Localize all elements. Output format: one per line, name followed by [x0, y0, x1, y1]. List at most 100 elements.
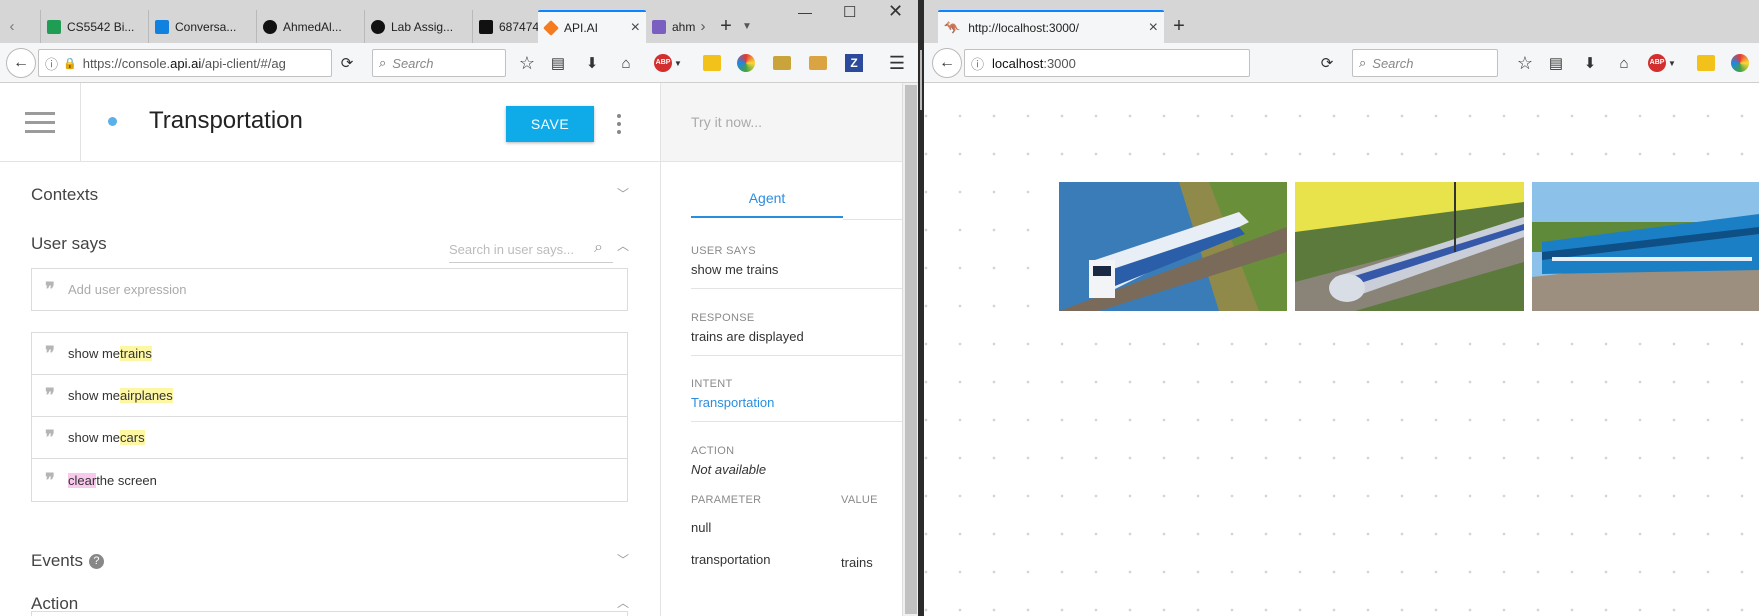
reading-list-icon[interactable]: ▤: [546, 51, 570, 75]
sheets-icon: [47, 19, 61, 34]
tab-ahmedal[interactable]: AhmedAl...: [256, 10, 364, 43]
url-bar[interactable]: ⓘ 🔒 https://console. api.ai/api-client/#/…: [38, 49, 332, 77]
contexts-heading[interactable]: Contexts: [31, 185, 98, 205]
quote-icon: ❞: [45, 427, 55, 448]
train-photo-3[interactable]: [1532, 182, 1759, 311]
intent-editor: Contexts ﹀ User says Search in user says…: [0, 162, 660, 616]
list-item[interactable]: ❞ show me cars: [32, 417, 627, 459]
tab-list-icon[interactable]: ▼: [740, 14, 754, 38]
response-label: RESPONSE: [691, 312, 755, 324]
train-photo-2[interactable]: [1295, 182, 1524, 311]
list-item[interactable]: ❞ show me trains: [32, 333, 627, 375]
github-icon: [263, 19, 277, 34]
home-icon[interactable]: ⌂: [1612, 51, 1636, 75]
list-item[interactable]: ❞ show me airplanes: [32, 375, 627, 417]
action-input[interactable]: [31, 611, 628, 616]
reload-icon[interactable]: ⟳: [334, 51, 360, 75]
home-icon[interactable]: ⌂: [614, 51, 638, 75]
tab-scroll-left-icon[interactable]: ‹: [4, 14, 20, 38]
adblock-icon[interactable]: ABP ▼: [652, 51, 684, 75]
dropbox-icon: [155, 19, 169, 34]
add-user-expression-input[interactable]: ❞ Add user expression: [31, 268, 628, 311]
adblock-icon[interactable]: ABP ▼: [1646, 51, 1678, 75]
maximize-icon[interactable]: ☐: [843, 3, 856, 21]
events-heading[interactable]: Events?: [31, 551, 104, 571]
search-input[interactable]: ⌕ Search: [372, 49, 506, 77]
more-options-icon[interactable]: [616, 112, 622, 136]
right-browser-window: 🦘 http://localhost:3000/ × + ← ⓘ localho…: [924, 0, 1759, 616]
train-photo-1[interactable]: [1059, 182, 1287, 311]
entity-annotation[interactable]: trains: [120, 346, 152, 361]
extension-yellow-icon[interactable]: [700, 51, 724, 75]
entity-annotation[interactable]: clear: [68, 472, 97, 488]
entity-annotation[interactable]: airplanes: [120, 388, 173, 403]
vertical-scrollbar[interactable]: [902, 83, 918, 616]
left-tab-bar: ‹ CS5542 Bi... Conversa... AhmedAl... La…: [0, 0, 918, 43]
apiai-icon: [543, 19, 559, 36]
side-menu-button[interactable]: [0, 83, 81, 162]
close-tab-icon[interactable]: ×: [1149, 19, 1158, 37]
chevron-up-icon[interactable]: ︿: [617, 237, 629, 254]
downloads-icon[interactable]: ⬇: [580, 51, 604, 75]
back-button-icon[interactable]: ←: [6, 48, 36, 78]
url-bar[interactable]: ⓘ localhost:3000: [964, 49, 1250, 77]
info-icon: ⓘ: [45, 56, 59, 72]
minimize-icon[interactable]: —: [798, 4, 812, 20]
tab-divider: [843, 219, 903, 220]
bookmark-star-icon[interactable]: ☆: [1512, 51, 1538, 75]
help-icon[interactable]: ?: [88, 553, 104, 569]
action-label: ACTION: [691, 445, 735, 457]
chevron-up-icon[interactable]: ︿: [617, 594, 629, 611]
tab-apiai[interactable]: API.AI ×: [538, 10, 646, 43]
right-nav-bar: ← ⓘ localhost:3000 ⟳ ⌕ Search ☆ ▤ ⬇ ⌂ ABP…: [924, 43, 1759, 83]
back-button-icon[interactable]: ←: [932, 48, 962, 78]
user-says-search-input[interactable]: Search in user says... ⌕: [449, 237, 613, 263]
intent-label: INTENT: [691, 378, 733, 390]
scrollbar-thumb[interactable]: [905, 85, 917, 614]
zotero-icon[interactable]: Z: [842, 51, 866, 75]
entity-annotation[interactable]: cars: [120, 430, 145, 445]
hamburger-menu-icon[interactable]: ☰: [884, 51, 910, 75]
search-input[interactable]: ⌕ Search: [1352, 49, 1498, 77]
downloads-icon[interactable]: ⬇: [1578, 51, 1602, 75]
search-icon: ⌕: [1359, 55, 1367, 70]
extension-yellow-icon[interactable]: [1694, 51, 1718, 75]
tab-localhost[interactable]: 🦘 http://localhost:3000/ ×: [938, 10, 1164, 43]
bookmark-star-icon[interactable]: ☆: [514, 51, 540, 75]
quote-icon: ❞: [45, 385, 55, 406]
new-tab-icon[interactable]: +: [1164, 14, 1194, 38]
param-name: null: [691, 520, 712, 535]
chevron-down-icon[interactable]: ﹀: [617, 185, 629, 202]
tab-lab-assignment[interactable]: Lab Assig...: [364, 10, 472, 43]
save-button[interactable]: SAVE: [506, 106, 594, 142]
tab-agent[interactable]: Agent: [691, 180, 843, 218]
tab-scroll-right-icon[interactable]: ›: [696, 14, 710, 38]
try-it-input[interactable]: Try it now...: [661, 83, 903, 162]
close-window-icon[interactable]: ✕: [888, 1, 903, 22]
intent-title[interactable]: Transportation: [149, 107, 303, 135]
chevron-down-icon[interactable]: ﹀: [617, 551, 629, 568]
extension-printer-icon[interactable]: [770, 51, 794, 75]
tab-cs5542[interactable]: CS5542 Bi...: [40, 10, 148, 43]
train-image: [1295, 182, 1524, 311]
intent-link[interactable]: Transportation: [691, 395, 774, 410]
train-image: [1532, 182, 1759, 311]
param-name: transportation: [691, 552, 771, 567]
divider: [691, 355, 903, 356]
tab-conversation[interactable]: Conversa...: [148, 10, 256, 43]
tab-heroku[interactable]: ahm: [646, 10, 698, 43]
new-tab-icon[interactable]: +: [716, 14, 736, 38]
extension-color-icon[interactable]: [1728, 51, 1752, 75]
quote-icon: ❞: [45, 343, 55, 364]
extension-color-icon[interactable]: [734, 51, 758, 75]
search-icon[interactable]: ⌕: [594, 239, 603, 257]
user-says-label: USER SAYS: [691, 245, 756, 257]
extension-folder-icon[interactable]: [806, 51, 830, 75]
close-tab-icon[interactable]: ×: [631, 19, 640, 37]
divider: [691, 288, 903, 289]
list-item[interactable]: ❞ clear the screen: [32, 459, 627, 501]
action-value: Not available: [691, 462, 767, 477]
reload-icon[interactable]: ⟳: [1314, 51, 1340, 75]
user-expression-list: ❞ show me trains ❞ show me airplanes ❞ show…: [31, 332, 628, 502]
reading-list-icon[interactable]: ▤: [1544, 51, 1568, 75]
